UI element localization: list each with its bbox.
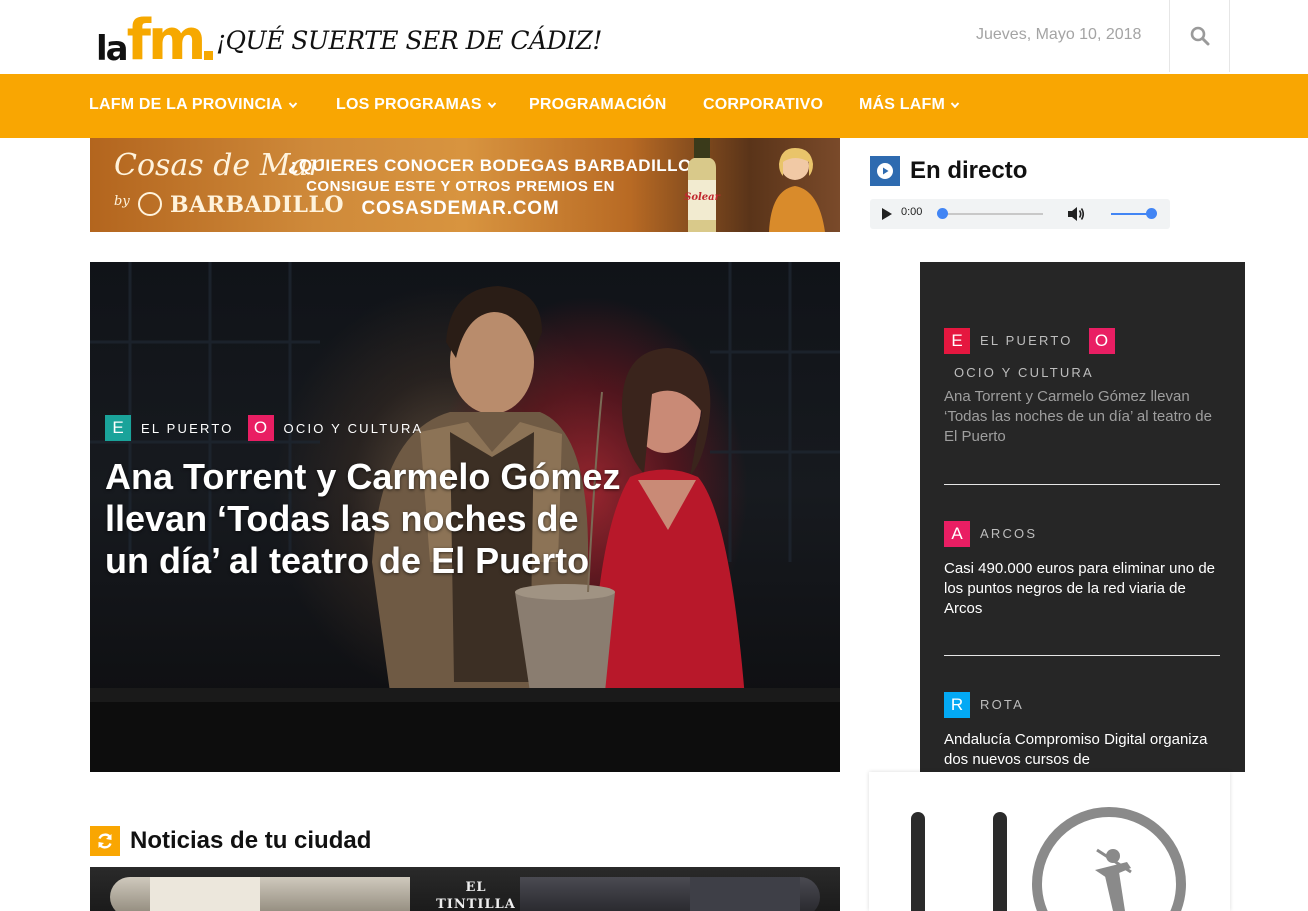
tag-link-el-puerto[interactable]: EL PUERTO bbox=[980, 328, 1073, 354]
news-image-caption: EL TINTILLA DE ROTA bbox=[436, 880, 516, 911]
list-item-title[interactable]: Andalucía Compromiso Digital organiza do… bbox=[944, 730, 1220, 770]
play-circle-icon bbox=[870, 156, 900, 186]
tag-link-arcos[interactable]: ARCOS bbox=[980, 521, 1037, 547]
hero-article[interactable]: E EL PUERTO O OCIO Y CULTURA Ana Torrent… bbox=[90, 262, 840, 772]
chevron-down-icon bbox=[288, 102, 297, 109]
news-header: Noticias de tu ciudad bbox=[90, 826, 371, 856]
nav-item-mas-lafm[interactable]: MÁS LAFM bbox=[859, 96, 960, 114]
tag-badge-o: O bbox=[247, 415, 274, 441]
logo-tagline: ¡QUÉ SUERTE SER DE CÁDIZ! bbox=[216, 26, 602, 55]
player-time: 0:00 bbox=[901, 206, 923, 218]
volume-thumb[interactable] bbox=[1146, 208, 1157, 219]
refresh-icon bbox=[90, 826, 120, 856]
volume-icon[interactable] bbox=[1067, 206, 1085, 222]
sidebar-ad[interactable] bbox=[869, 772, 1230, 911]
list-item-title[interactable]: Ana Torrent y Carmelo Gómez llevan ‘Toda… bbox=[944, 387, 1220, 447]
logo-dot bbox=[204, 51, 214, 60]
tag-link-ocio-cultura[interactable]: OCIO Y CULTURA bbox=[284, 421, 424, 436]
list-item-title[interactable]: Casi 490.000 euros para eliminar uno de … bbox=[944, 559, 1220, 619]
tag-badge-e: E bbox=[105, 415, 131, 441]
banner-line-2: CONSIGUE ESTE Y OTROS PREMIOS EN bbox=[306, 178, 615, 195]
banner-ad[interactable]: Cosas de Mar by BARBADILLO ¿QUIERES CONO… bbox=[90, 138, 840, 232]
list-item-tags: A ARCOS bbox=[944, 521, 1220, 547]
chevron-down-icon bbox=[950, 102, 960, 109]
current-date: Jueves, Mayo 10, 2018 bbox=[976, 26, 1142, 43]
tag-badge-a: A bbox=[944, 521, 970, 547]
audio-player: 0:00 bbox=[870, 199, 1170, 229]
barbadillo-seal-icon bbox=[138, 192, 162, 216]
list-item-tags: E EL PUERTO O OCIO Y CULTURA bbox=[944, 328, 1220, 387]
list-item-tags: R ROTA bbox=[944, 692, 1220, 718]
top-header: la fm ¡QUÉ SUERTE SER DE CÁDIZ! Jueves, … bbox=[0, 0, 1308, 74]
site-logo[interactable]: la fm bbox=[96, 7, 214, 73]
banner-line-3: COSASDEMAR.COM bbox=[361, 198, 560, 219]
woman-photo bbox=[769, 148, 825, 232]
tag-link-ocio-cultura[interactable]: OCIO Y CULTURA bbox=[954, 358, 1154, 387]
golfer-icon bbox=[1095, 848, 1132, 911]
news-featured-image[interactable]: EL TINTILLA DE ROTA bbox=[90, 867, 840, 911]
bottle-label: Solear bbox=[684, 192, 721, 203]
nav-item-corporativo[interactable]: CORPORATIVO bbox=[703, 96, 823, 114]
logo-la: la bbox=[96, 29, 129, 69]
list-item[interactable]: E EL PUERTO O OCIO Y CULTURA Ana Torrent… bbox=[944, 328, 1220, 447]
progress-thumb[interactable] bbox=[937, 208, 948, 219]
list-item[interactable]: A ARCOS Casi 490.000 euros para eliminar… bbox=[944, 521, 1220, 619]
tag-badge-e: E bbox=[944, 328, 970, 354]
progress-track[interactable] bbox=[941, 213, 1043, 215]
nav-item-programacion[interactable]: PROGRAMACIÓN bbox=[529, 96, 667, 114]
side-news-list: E EL PUERTO O OCIO Y CULTURA Ana Torrent… bbox=[920, 262, 1245, 772]
logo-fm: fm bbox=[126, 7, 207, 73]
search-button[interactable] bbox=[1169, 0, 1230, 72]
golf-ad-graphic bbox=[911, 807, 1186, 911]
news-title: Noticias de tu ciudad bbox=[130, 827, 372, 854]
list-divider bbox=[944, 484, 1220, 485]
hero-tags: E EL PUERTO O OCIO Y CULTURA bbox=[105, 415, 437, 441]
live-header: En directo bbox=[870, 156, 1027, 186]
banner-line-1: ¿QUIERES CONOCER BODEGAS BARBADILLO? bbox=[288, 156, 703, 175]
tag-link-el-puerto[interactable]: EL PUERTO bbox=[141, 421, 234, 436]
wine-bottle-image: Solear bbox=[684, 138, 721, 232]
chevron-down-icon bbox=[487, 102, 496, 109]
bottle-image-right bbox=[520, 877, 820, 911]
tag-badge-o: O bbox=[1088, 328, 1115, 354]
search-icon bbox=[1190, 26, 1209, 46]
tag-badge-r: R bbox=[944, 692, 970, 718]
list-divider bbox=[944, 655, 1220, 656]
nav-item-provincia[interactable]: LAFM DE LA PROVINCIA bbox=[89, 96, 298, 114]
nav-item-programas[interactable]: LOS PROGRAMAS bbox=[336, 96, 497, 114]
hero-headline[interactable]: Ana Torrent y Carmelo Gómez llevan ‘Toda… bbox=[105, 456, 625, 582]
play-icon[interactable] bbox=[880, 207, 894, 221]
list-item[interactable]: R ROTA Andalucía Compromiso Digital orga… bbox=[944, 692, 1220, 770]
live-title: En directo bbox=[910, 157, 1028, 184]
banner-by: by bbox=[114, 194, 130, 209]
main-nav: LAFM DE LA PROVINCIA LOS PROGRAMAS PROGR… bbox=[0, 74, 1308, 138]
tag-link-rota[interactable]: ROTA bbox=[980, 692, 1024, 718]
bottle-image-left bbox=[110, 877, 410, 911]
